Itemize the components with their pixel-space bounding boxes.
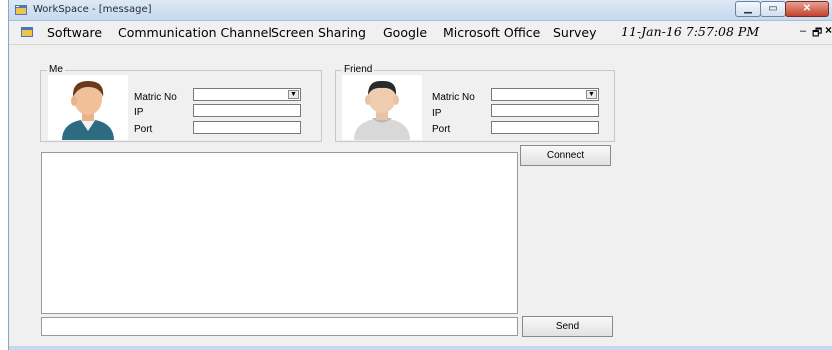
menu-microsoft-office[interactable]: Microsoft Office [443, 25, 540, 40]
menu-screen-sharing[interactable]: Screen Sharing [271, 25, 366, 40]
child-restore-icon[interactable]: 🗗 [812, 24, 822, 43]
me-ip-label: IP [134, 107, 144, 118]
menu-google[interactable]: Google [383, 25, 427, 40]
mdi-child-icon[interactable] [21, 27, 33, 37]
chat-log[interactable] [41, 152, 518, 314]
minimize-button[interactable]: ▁ [735, 1, 761, 17]
me-avatar [48, 75, 128, 140]
friend-port-input[interactable] [491, 121, 599, 134]
friend-port-label: Port [432, 124, 451, 135]
child-minimize-icon[interactable]: – [800, 25, 806, 37]
menu-software[interactable]: Software [47, 25, 102, 40]
me-matric-label: Matric No [134, 92, 177, 103]
clock-display: 11-Jan-16 7:57:08 PM [621, 24, 760, 39]
connect-button[interactable]: Connect [520, 145, 611, 166]
chevron-down-icon[interactable]: ▼ [288, 90, 299, 99]
me-port-label: Port [134, 124, 153, 135]
child-close-icon[interactable]: × [825, 23, 832, 37]
me-group-label: Me [47, 64, 65, 75]
menu-survey[interactable]: Survey [553, 25, 596, 40]
chevron-down-icon[interactable]: ▼ [586, 90, 597, 99]
friend-avatar [342, 75, 422, 140]
friend-group: Friend Matric No ▼ IP Port [335, 64, 615, 142]
send-button[interactable]: Send [522, 316, 613, 337]
window-frame-bottom [9, 346, 832, 350]
message-input[interactable] [41, 317, 518, 336]
menu-bar: Software Communication Channel Screen Sh… [9, 21, 832, 45]
friend-group-label: Friend [342, 64, 375, 75]
menu-communication-channel[interactable]: Communication Channel [118, 25, 272, 40]
me-matric-combobox[interactable]: ▼ [193, 88, 301, 101]
me-group: Me Matric No ▼ IP Port [40, 64, 322, 142]
friend-matric-label: Matric No [432, 92, 475, 103]
window-title: WorkSpace - [message] [33, 4, 152, 15]
app-icon [15, 5, 27, 15]
me-ip-input[interactable] [193, 104, 301, 117]
maximize-button[interactable]: ▭ [760, 1, 786, 17]
me-port-input[interactable] [193, 121, 301, 134]
workspace-window: WorkSpace - [message] ▁ ▭ ✕ Software Com… [8, 0, 832, 350]
friend-ip-input[interactable] [491, 104, 599, 117]
title-bar[interactable]: WorkSpace - [message] ▁ ▭ ✕ [9, 0, 832, 21]
friend-matric-combobox[interactable]: ▼ [491, 88, 599, 101]
friend-ip-label: IP [432, 108, 442, 119]
close-button[interactable]: ✕ [785, 1, 829, 17]
